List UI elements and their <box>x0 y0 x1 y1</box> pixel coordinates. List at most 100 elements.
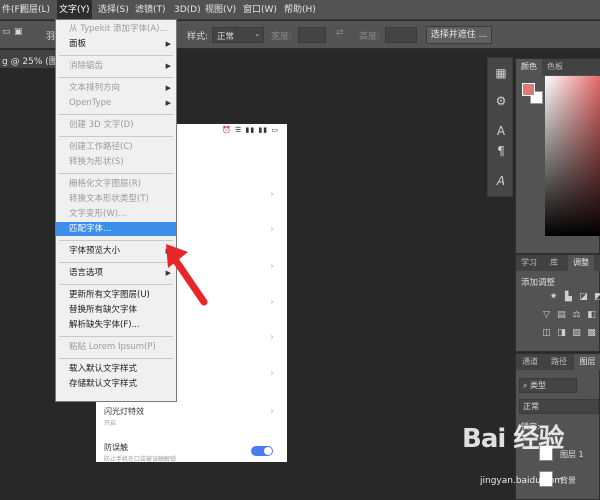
menu-item[interactable]: 创建 3D 文字(D) <box>56 118 176 132</box>
menu-item-label: 从 Typekit 添加字体(A)... <box>69 24 168 34</box>
menubar-item[interactable]: 3D(D) <box>172 0 203 20</box>
menu-bar: 件(F) 图层(L) 文字(Y) 选择(S) 滤镜(T) 3D(D) 视图(V) 窗口(W) 帮… <box>0 0 600 20</box>
search-icon: ⌕ <box>523 381 531 390</box>
menu-item[interactable]: 文字变形(W)... <box>56 207 176 221</box>
menu-item[interactable]: 匹配字体... <box>56 222 176 236</box>
menu-separator <box>59 173 173 174</box>
glyphs-icon[interactable]: A <box>492 172 510 190</box>
menu-separator <box>59 55 173 56</box>
menu-item-label: 文本排列方向 <box>69 83 121 93</box>
vibrance-icon[interactable]: ▽ <box>541 310 552 321</box>
menu-item[interactable]: 存储默认文字样式 <box>56 377 176 391</box>
menubar-item[interactable]: 帮助(H) <box>282 0 318 20</box>
menubar-item[interactable]: 选择(S) <box>96 0 131 20</box>
watermark-url: jingyan.baidu.com <box>480 476 564 486</box>
select-and-mask-button[interactable]: 选择并遮住 ... <box>426 26 492 44</box>
grid-icon[interactable]: ▦ <box>492 64 510 82</box>
layer-filter-value: 类型 <box>530 381 547 390</box>
watermark-logo: Bai 经验 <box>462 424 564 454</box>
feather-label: 羽 <box>46 32 56 42</box>
tab-channels[interactable]: 通道 <box>516 354 544 370</box>
red-arrow-annotation <box>166 244 208 306</box>
menu-separator <box>59 77 173 78</box>
adjustments-panel: 学习 库 调整 添加调整 ✷ ▙ ◪ ◩ ▽ ▤ ⚖ ◧ ◫ ◨ ▨ ▩ <box>515 254 600 352</box>
foreground-color-swatch[interactable] <box>522 83 535 96</box>
tab-paths[interactable]: 路径 <box>545 354 573 370</box>
chevron-right-icon: › <box>270 368 274 379</box>
menu-item[interactable]: 栅格化文字图层(R) <box>56 177 176 191</box>
tab-libraries[interactable]: 库 <box>542 255 566 271</box>
height-label: 高度: <box>359 32 381 42</box>
tab-color[interactable]: 颜色 <box>516 59 542 75</box>
curves-icon[interactable]: ◪ <box>578 292 589 303</box>
black-white-icon[interactable]: ◧ <box>586 310 597 321</box>
menu-item[interactable]: 载入默认文字样式 <box>56 362 176 376</box>
exposure-icon[interactable]: ◩ <box>593 292 600 303</box>
menu-item-label: 更新所有文字图层(U) <box>69 290 150 300</box>
new-selection-icon[interactable]: ▣ <box>14 27 23 37</box>
right-panel-toolbar: ▦ ⚙ A ¶ A <box>487 57 513 197</box>
tab-learn[interactable]: 学习 <box>516 255 542 271</box>
paragraph-styles-icon[interactable]: ⚙ <box>492 92 510 110</box>
marquee-tool-icon[interactable]: ▭ <box>2 27 11 37</box>
menu-item[interactable]: 转换为形状(S) <box>56 155 176 169</box>
menu-item-label: 创建工作路径(C) <box>69 142 133 152</box>
levels-icon[interactable]: ▙ <box>563 292 574 303</box>
menubar-item[interactable]: 视图(V) <box>203 0 238 20</box>
menubar-item[interactable]: 图层(L) <box>18 0 52 20</box>
menu-item-label: 载入默认文字样式 <box>69 364 138 374</box>
menu-item[interactable]: 粘贴 Lorem Ipsum(P) <box>56 340 176 354</box>
brightness-icon[interactable]: ✷ <box>548 292 559 303</box>
menu-item-label: 解析缺失字体(F)... <box>69 320 140 330</box>
menu-item[interactable]: 从 Typekit 添加字体(A)... <box>56 22 176 36</box>
tab-layers[interactable]: 图层 <box>574 354 600 370</box>
color-balance-icon[interactable]: ⚖ <box>571 310 582 321</box>
flashlight-effect-sub: 开启 <box>104 420 117 427</box>
menu-item-label: 语言选项 <box>69 268 104 278</box>
menu-separator <box>59 336 173 337</box>
anti-touch-toggle <box>251 446 273 456</box>
layer-filter-select[interactable]: ⌕ 类型 <box>519 378 577 393</box>
menu-item-label: 粘贴 Lorem Ipsum(P) <box>69 342 156 352</box>
paragraph-icon[interactable]: ¶ <box>492 142 510 160</box>
type-menu-dropdown: 从 Typekit 添加字体(A)... 面板 ▶ 消除锯齿 ▶ 文本排列方向 ▶ OpenT… <box>55 19 177 402</box>
menubar-item[interactable]: 文字(Y) <box>57 0 92 20</box>
menu-item[interactable]: 文本排列方向 ▶ <box>56 81 176 95</box>
threshold-icon[interactable]: ▨ <box>571 328 582 339</box>
tab-adjustments[interactable]: 调整 <box>568 255 594 271</box>
menu-item[interactable]: OpenType ▶ <box>56 96 176 110</box>
menu-item[interactable]: 解析缺失字体(F)... <box>56 318 176 332</box>
toggle-knob <box>264 447 272 455</box>
style-value: 正常 <box>217 32 235 42</box>
width-input[interactable] <box>298 27 326 43</box>
menu-separator <box>59 358 173 359</box>
swap-icon[interactable]: ⇄ <box>336 28 344 38</box>
invert-icon[interactable]: ◫ <box>541 328 552 339</box>
menubar-item[interactable]: 滤镜(T) <box>133 0 168 20</box>
character-icon[interactable]: A <box>492 122 510 140</box>
menu-item-label: 转换文本形状类型(T) <box>69 194 149 204</box>
menu-item[interactable]: 转换文本形状类型(T) <box>56 192 176 206</box>
chevron-right-icon: › <box>270 406 274 417</box>
menu-item[interactable]: 面板 ▶ <box>56 37 176 51</box>
document-tab[interactable]: g @ 25% (图层 <box>0 50 67 68</box>
menu-item[interactable]: 消除锯齿 ▶ <box>56 59 176 73</box>
menu-item-label: OpenType <box>69 98 112 108</box>
color-picker-field[interactable] <box>545 76 600 236</box>
style-select[interactable]: 正常 ⌄ <box>212 27 264 43</box>
posterize-icon[interactable]: ◨ <box>556 328 567 339</box>
menu-item-label: 消除锯齿 <box>69 61 104 71</box>
tab-swatches[interactable]: 色板 <box>542 59 568 75</box>
blend-mode-select[interactable]: 正常 <box>519 399 599 414</box>
menu-item[interactable]: 创建工作路径(C) <box>56 140 176 154</box>
phone-status-icons: ⏰ ☰ ▮▮ ▮▮ ▭ <box>222 126 279 134</box>
height-input[interactable] <box>385 27 417 43</box>
gradient-map-icon[interactable]: ▩ <box>586 328 597 339</box>
chevron-right-icon: › <box>270 297 274 308</box>
menu-item-label: 面板 <box>69 39 87 49</box>
menu-separator <box>59 114 173 115</box>
menu-item-label: 存储默认文字样式 <box>69 379 138 389</box>
hue-saturation-icon[interactable]: ▤ <box>556 310 567 321</box>
width-label: 宽度: <box>271 32 293 42</box>
menubar-item[interactable]: 窗口(W) <box>241 0 279 20</box>
